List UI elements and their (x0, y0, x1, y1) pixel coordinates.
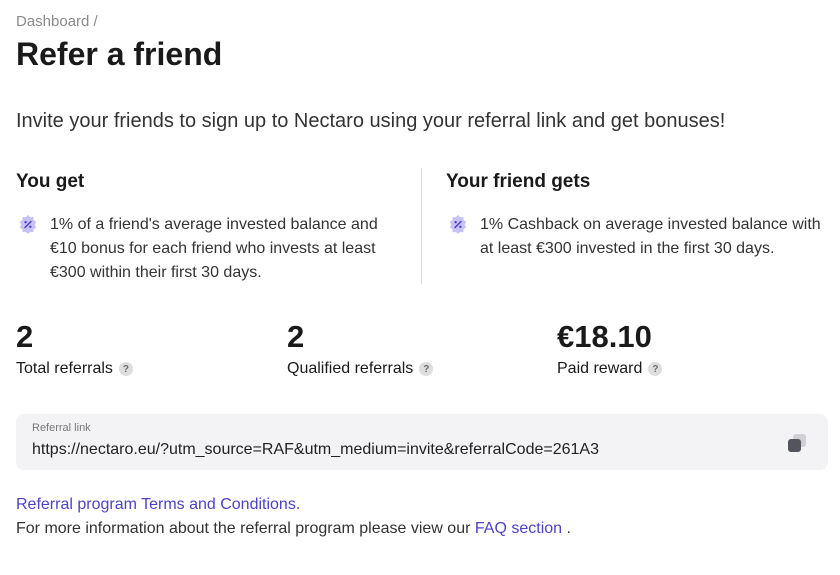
breadcrumb[interactable]: Dashboard / (16, 13, 98, 30)
friend-gets-heading: Your friend gets (446, 171, 591, 192)
page-title: Refer a friend (16, 36, 223, 72)
referral-link-value[interactable]: https://nectaro.eu/?utm_source=RAF&utm_m… (32, 441, 599, 459)
faq-link[interactable]: FAQ section (475, 520, 562, 537)
terms-link[interactable]: Referral program Terms and Conditions. (16, 496, 300, 514)
stat-value: 2 (287, 319, 305, 354)
stat-paid-reward: €18.10 Paid reward ? (557, 318, 663, 378)
referral-page: Dashboard / Refer a friend Invite your f… (0, 0, 840, 575)
percent-badge-icon (19, 215, 37, 234)
stat-total-referrals: 2 Total referrals ? (16, 318, 133, 378)
question-icon[interactable]: ? (118, 362, 133, 376)
stat-value: €18.10 (557, 319, 652, 354)
referral-link-label: Referral link (32, 422, 91, 434)
column-divider (421, 168, 422, 284)
faq-note-period: . (566, 520, 571, 537)
stat-label: Paid reward ? (557, 360, 663, 378)
you-get-benefit: 1% of a friend's average invested balanc… (18, 213, 408, 285)
copy-icon[interactable] (786, 432, 808, 454)
question-icon[interactable]: ? (648, 362, 663, 376)
referral-link-field[interactable]: Referral link https://nectaro.eu/?utm_so… (16, 414, 828, 470)
faq-note: For more information about the referral … (16, 520, 571, 538)
intro-text: Invite your friends to sign up to Nectar… (16, 110, 726, 132)
you-get-heading: You get (16, 171, 85, 192)
stat-label: Qualified referrals ? (287, 360, 434, 378)
you-get-text: 1% of a friend's average invested balanc… (50, 216, 378, 281)
faq-note-text: For more information about the referral … (16, 520, 471, 537)
friend-gets-benefit: 1% Cashback on average invested balance … (448, 213, 833, 261)
friend-gets-text: 1% Cashback on average invested balance … (480, 216, 821, 257)
stat-label-text: Paid reward (557, 360, 643, 377)
question-icon[interactable]: ? (419, 362, 434, 376)
stat-label: Total referrals ? (16, 360, 133, 378)
stat-qualified-referrals: 2 Qualified referrals ? (287, 318, 434, 378)
stat-label-text: Qualified referrals (287, 360, 414, 377)
stat-value: 2 (16, 319, 34, 354)
stat-label-text: Total referrals (16, 360, 113, 377)
percent-badge-icon (449, 215, 467, 234)
